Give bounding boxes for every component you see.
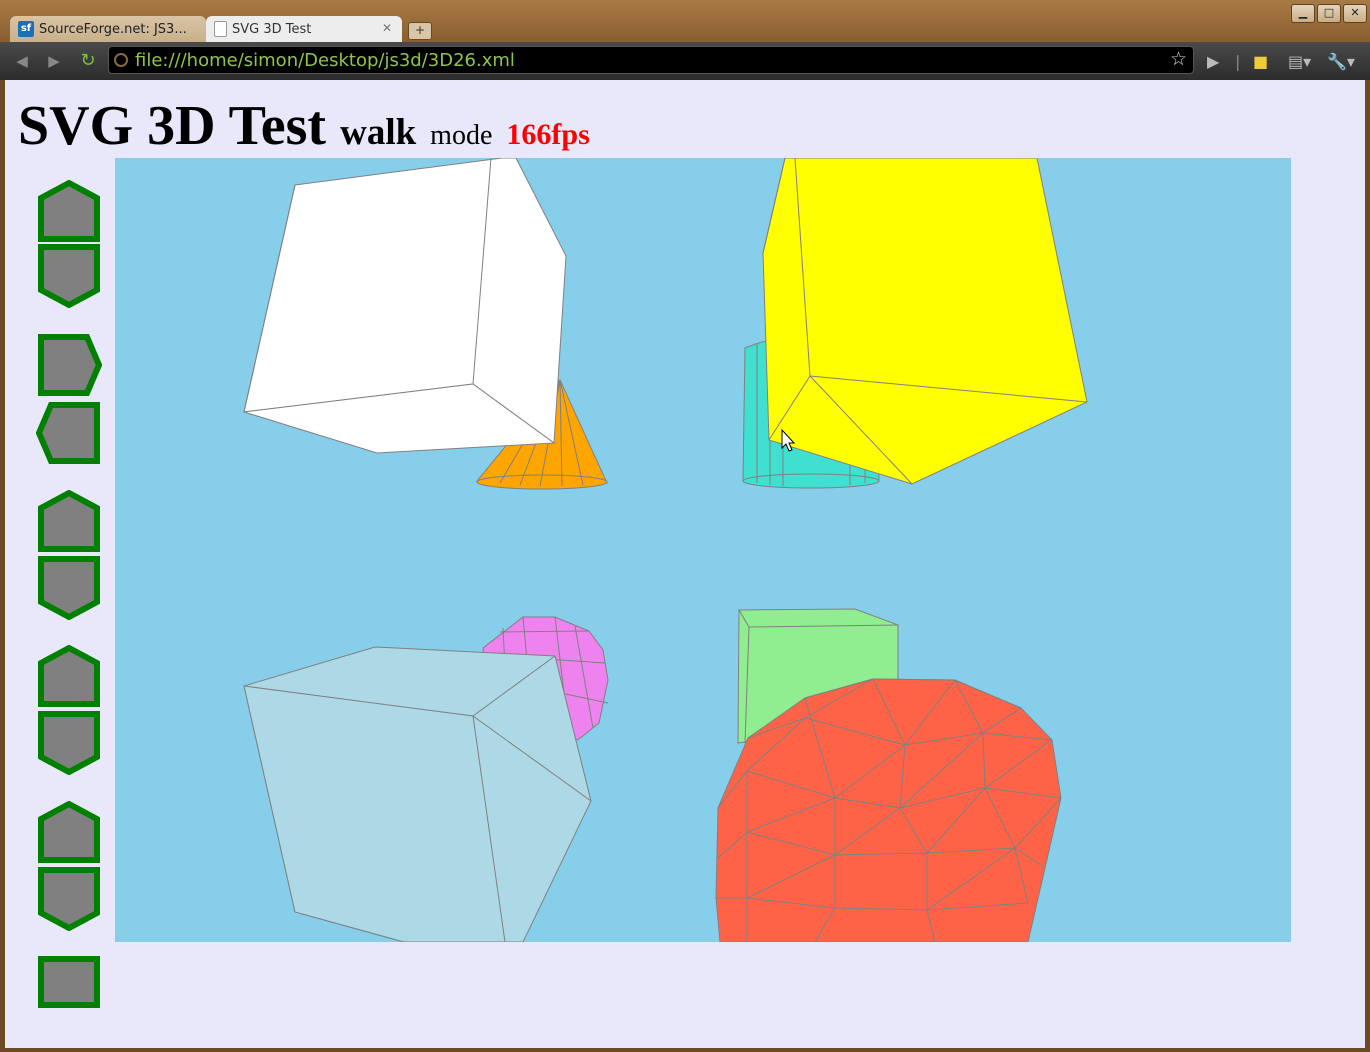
page-content: SVG 3D Test walk mode 166fps [5, 80, 1365, 1048]
minimize-button[interactable]: ▁ [1291, 4, 1315, 23]
sourceforge-icon: sf [18, 21, 34, 37]
mode-label: mode [430, 120, 493, 151]
hexagon-down-icon [38, 867, 100, 931]
hexagon-down-icon [38, 711, 100, 775]
back-icon[interactable]: ◀ [12, 52, 32, 70]
tab-title: SourceForge.net: JS3... [39, 21, 187, 37]
hexagon-left-icon [36, 402, 100, 464]
hexagon-down-icon [38, 244, 100, 308]
document-icon [214, 21, 227, 37]
page-heading: SVG 3D Test walk mode 166fps [18, 94, 590, 168]
fps-counter: 166fps [506, 118, 590, 151]
bookmark-star-icon[interactable]: ☆ [1170, 48, 1187, 70]
white-cube [243, 158, 567, 454]
close-window-button[interactable]: ✕ [1343, 4, 1367, 23]
address-bar[interactable]: file:///home/simon/Desktop/js3d/3D26.xml… [108, 46, 1194, 74]
hexagon-down-icon [38, 556, 100, 620]
mode-value: walk [340, 112, 417, 153]
zoom-in-button[interactable] [38, 645, 100, 707]
url-text[interactable]: file:///home/simon/Desktop/js3d/3D26.xml [135, 50, 515, 71]
play-icon[interactable]: ▶ [1207, 52, 1219, 71]
tab-sourceforge[interactable]: sf SourceForge.net: JS3... [10, 16, 206, 42]
zoom-out-button[interactable] [38, 711, 100, 775]
lightblue-cube [243, 646, 592, 942]
wrench-menu-icon[interactable]: 🔧▾ [1327, 52, 1355, 71]
tab-svg-3d-test[interactable]: SVG 3D Test ✕ [206, 16, 402, 42]
reload-icon[interactable]: ↻ [78, 52, 98, 70]
lower-button[interactable] [38, 867, 100, 931]
mode-toggle-button[interactable] [38, 956, 100, 1008]
window-titlebar: sf SourceForge.net: JS3... SVG 3D Test ✕… [0, 0, 1370, 42]
move-forward-button[interactable] [38, 180, 100, 242]
maximize-button[interactable]: □ [1317, 4, 1341, 23]
hexagon-up-icon [38, 801, 100, 863]
forward-icon[interactable]: ▶ [44, 52, 64, 70]
separator-icon: | [1235, 52, 1241, 71]
raise-button[interactable] [38, 801, 100, 863]
page-title: SVG 3D Test [18, 95, 327, 157]
scene-canvas[interactable] [115, 158, 1291, 942]
move-backward-button[interactable] [38, 244, 100, 308]
turn-left-button[interactable] [36, 402, 100, 464]
tab-title: SVG 3D Test [232, 21, 312, 37]
square-icon [38, 956, 100, 1008]
bookmarks-icon[interactable]: ■ [1253, 52, 1268, 71]
hexagon-right-icon [38, 334, 102, 396]
site-info-icon[interactable] [114, 53, 128, 67]
page-menu-icon[interactable]: ▤▾ [1288, 52, 1311, 71]
hexagon-up-icon [38, 180, 100, 242]
tilt-up-button[interactable] [38, 490, 100, 552]
hexagon-up-icon [38, 490, 100, 552]
close-tab-icon[interactable]: ✕ [382, 21, 392, 35]
tilt-down-button[interactable] [38, 556, 100, 620]
turn-right-button[interactable] [38, 334, 102, 396]
new-tab-button[interactable]: + [408, 22, 432, 40]
hexagon-up-icon [38, 645, 100, 707]
